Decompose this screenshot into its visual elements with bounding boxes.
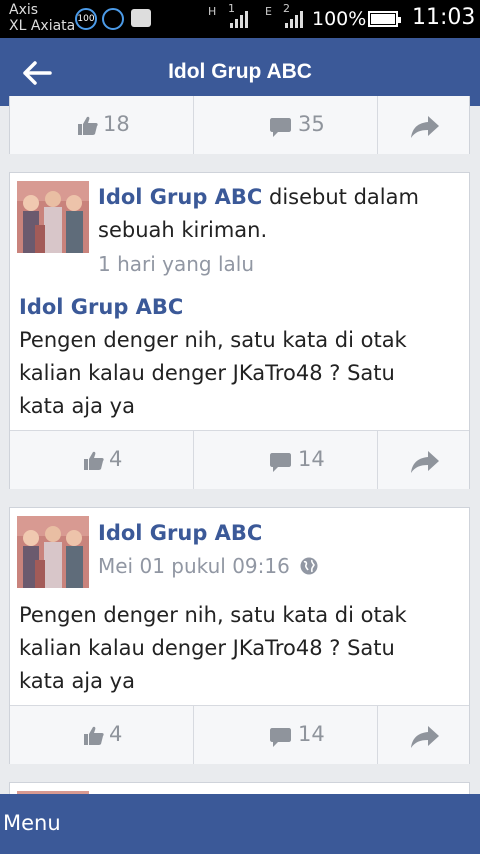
comment-button[interactable]: 14 <box>194 706 378 764</box>
post-body-line: kata aja ya <box>19 669 135 693</box>
bbm-icon <box>131 9 151 27</box>
post-body-line: kalian kalau denger JKaTro48 ? Satu <box>19 361 395 385</box>
post-actions: 18 35 <box>10 96 469 154</box>
post-actions: 4 14 <box>10 705 469 764</box>
network-type-h: H <box>208 5 217 18</box>
avatar[interactable] <box>17 516 89 588</box>
share-button[interactable] <box>378 706 469 764</box>
post-timestamp[interactable]: Mei 01 pukul 09:16 <box>98 554 290 578</box>
comment-button[interactable]: 14 <box>194 431 378 489</box>
signal-sim1-icon <box>230 10 252 28</box>
globe-icon <box>300 557 318 575</box>
post-card-2: Idol Grup ABC disebut dalam sebuah kirim… <box>9 172 470 489</box>
network-type-e: E <box>265 5 272 18</box>
battery-icon <box>368 11 401 27</box>
carrier-name: Axis XL Axiata <box>9 2 75 34</box>
author-name[interactable]: Idol Grup ABC <box>98 521 262 545</box>
author-name[interactable]: Idol Grup ABC <box>98 185 262 209</box>
like-count: 18 <box>103 112 130 136</box>
mention-text: disebut dalam <box>262 185 419 209</box>
post-actions: 4 14 <box>10 430 469 489</box>
comment-icon <box>270 118 291 137</box>
share-icon <box>411 726 439 748</box>
share-icon <box>411 116 439 138</box>
post-body-line: kata aja ya <box>19 394 135 418</box>
post-body-line: Pengen denger nih, satu kata di otak <box>19 603 407 627</box>
post-card-3: Idol Grup ABC Mei 01 pukul 09:16 Pengen … <box>9 507 470 764</box>
comment-button[interactable]: 35 <box>194 96 378 154</box>
post-card-1: 18 35 <box>9 96 470 154</box>
signal-sim2-icon <box>285 10 307 28</box>
avatar[interactable] <box>17 181 89 253</box>
post-body-line: Pengen denger nih, satu kata di otak <box>19 328 407 352</box>
like-button[interactable]: 4 <box>10 431 194 489</box>
sync-icon <box>102 8 124 30</box>
like-count: 4 <box>109 722 123 746</box>
data-usage-icon: 100 <box>75 8 97 30</box>
comment-icon <box>270 453 291 472</box>
like-button[interactable]: 18 <box>10 96 194 154</box>
like-button[interactable]: 4 <box>10 706 194 764</box>
status-clock: 11:03 <box>412 5 476 30</box>
like-icon <box>84 451 104 470</box>
battery-percent: 100% <box>312 8 367 30</box>
bottom-bar: Menu <box>0 794 480 854</box>
like-icon <box>84 726 104 745</box>
like-icon <box>78 116 98 135</box>
comment-icon <box>270 728 291 747</box>
post-author-name[interactable]: Idol Grup ABC <box>19 295 183 319</box>
carrier-line-2: XL Axiata <box>9 18 76 34</box>
menu-button[interactable]: Menu <box>3 811 61 835</box>
comment-count: 35 <box>298 112 325 136</box>
post-timestamp[interactable]: 1 hari yang lalu <box>98 252 254 276</box>
share-button[interactable] <box>378 96 469 154</box>
like-count: 4 <box>109 447 123 471</box>
comment-count: 14 <box>298 722 325 746</box>
share-icon <box>411 451 439 473</box>
page-title: Idol Grup ABC <box>168 60 312 83</box>
status-bar: Axis XL Axiata 100 H 1 E 2 100% 11:03 <box>0 0 480 38</box>
post-body-line: kalian kalau denger JKaTro48 ? Satu <box>19 636 395 660</box>
comment-count: 14 <box>298 447 325 471</box>
share-button[interactable] <box>378 431 469 489</box>
mention-text-2: sebuah kiriman. <box>98 218 268 242</box>
carrier-line-1: Axis <box>9 2 39 18</box>
